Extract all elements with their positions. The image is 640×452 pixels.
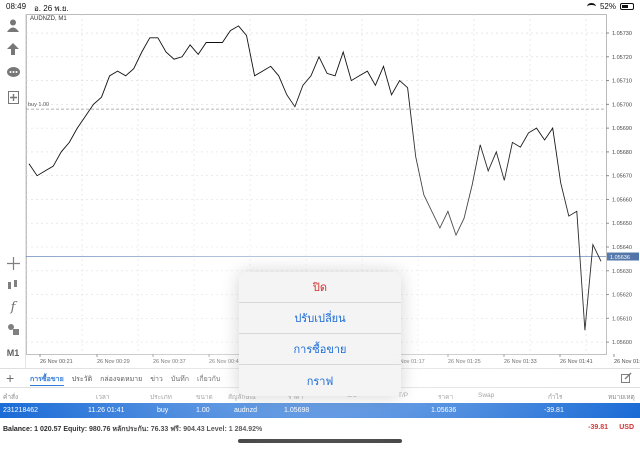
column-header-3: ขนาด	[196, 394, 213, 401]
column-header-9: Swap	[478, 392, 495, 399]
order-ticket: 231218462	[3, 407, 39, 414]
order-current-price: 1.05636	[431, 407, 457, 414]
objects-icon[interactable]	[4, 320, 22, 338]
timeframe-button[interactable]: M1	[4, 344, 22, 362]
y-tick-label: 1.05620	[612, 293, 632, 299]
tab-list: การซื้อขาย ประวัติ กล่องจดหมาย ข่าว บันทึก เก…	[30, 374, 220, 386]
y-tick-label: 1.05720	[612, 55, 632, 61]
current-price-label: 1.05636	[610, 255, 630, 261]
y-tick-label: 1.05660	[612, 197, 632, 203]
x-tick-label: 26 Nov 01:49	[614, 359, 640, 365]
buy-level-label: buy 1.00	[28, 102, 49, 108]
status-right: 52%	[586, 2, 634, 11]
clock: 08:49	[6, 2, 27, 11]
total-profit: -39.81	[588, 424, 608, 431]
indicator-icon[interactable]	[4, 276, 22, 294]
y-tick-label: 1.05700	[612, 102, 632, 108]
position-row[interactable]: 231218462 11.26 01:41 buy 1.00 audnzd 1.…	[0, 403, 640, 418]
battery-percent: 52%	[599, 2, 616, 11]
tab-2[interactable]: กล่องจดหมาย	[100, 374, 142, 386]
trade-arrows-icon[interactable]	[4, 40, 22, 58]
edit-icon[interactable]	[621, 372, 632, 386]
column-header-11: หมายเหตุ	[608, 394, 635, 401]
crosshair-icon[interactable]	[4, 254, 22, 272]
y-tick-label: 1.05640	[612, 245, 632, 251]
tab-0[interactable]: การซื้อขาย	[30, 374, 64, 386]
chat-icon[interactable]	[4, 64, 22, 82]
position-action-menu: ปิด ปรับเปลี่ยน การซื้อขาย กราฟ	[239, 272, 401, 396]
order-type: buy	[157, 407, 169, 414]
balance-text: Balance: 1 020.57 Equity: 980.76 หลักประ…	[3, 426, 263, 433]
home-indicator	[238, 439, 402, 443]
y-tick-label: 1.05710	[612, 79, 632, 85]
new-order-icon[interactable]	[4, 88, 22, 106]
order-size: 1.00	[196, 407, 210, 414]
y-tick-label: 1.05730	[612, 31, 632, 37]
x-tick-label: 26 Nov 01:41	[560, 359, 593, 365]
column-header-2: ประเภท	[150, 394, 172, 401]
symbol-label: AUDNZD, M1	[30, 16, 67, 22]
chart-button[interactable]: กราฟ	[239, 365, 401, 396]
y-tick-label: 1.05610	[612, 316, 632, 322]
modify-position-button[interactable]: ปรับเปลี่ยน	[239, 303, 401, 334]
x-tick-label: 26 Nov 00:29	[97, 359, 130, 365]
column-header-1: เวลา	[96, 394, 110, 401]
order-open-price: 1.05698	[284, 407, 310, 414]
status-bar: 08:49 อ. 26 พ.ย. 52%	[0, 0, 640, 14]
tab-5[interactable]: เกี่ยวกับ	[197, 374, 220, 386]
person-icon[interactable]	[4, 16, 22, 34]
x-tick-label: 26 Nov 00:45	[209, 359, 242, 365]
tab-3[interactable]: ข่าว	[150, 374, 163, 386]
close-position-button[interactable]: ปิด	[239, 272, 401, 303]
column-header-10: กำไร	[548, 394, 563, 401]
y-tick-label: 1.05630	[612, 269, 632, 275]
battery-fill	[622, 5, 628, 8]
wifi-icon	[586, 3, 596, 10]
x-tick-label: 26 Nov 00:37	[153, 359, 186, 365]
y-tick-label: 1.05680	[612, 150, 632, 156]
y-tick-label: 1.05600	[612, 340, 632, 346]
trade-button[interactable]: การซื้อขาย	[239, 334, 401, 365]
x-tick-label: 26 Nov 00:21	[40, 359, 73, 365]
y-tick-label: 1.05690	[612, 126, 632, 132]
column-header-0: คำสั่ง	[3, 394, 19, 401]
currency-label: USD	[619, 424, 634, 431]
function-icon[interactable]: f	[4, 298, 22, 316]
battery-icon	[620, 3, 634, 10]
left-toolbar: f M1	[0, 14, 26, 368]
y-tick-label: 1.05670	[612, 174, 632, 180]
column-header-8: ราคา	[438, 394, 454, 401]
x-tick-label: 26 Nov 01:33	[504, 359, 537, 365]
order-symbol: audnzd	[234, 407, 257, 414]
add-icon[interactable]: +	[6, 370, 14, 386]
balance-bar: Balance: 1 020.57 Equity: 980.76 หลักประ…	[0, 421, 640, 435]
column-header-7: T/P	[398, 392, 409, 399]
x-tick-label: 26 Nov 01:25	[448, 359, 481, 365]
order-time: 11.26 01:41	[88, 407, 125, 414]
tab-4[interactable]: บันทึก	[171, 374, 189, 386]
y-tick-label: 1.05650	[612, 221, 632, 227]
tab-1[interactable]: ประวัติ	[72, 374, 92, 386]
order-profit: -39.81	[544, 407, 564, 414]
